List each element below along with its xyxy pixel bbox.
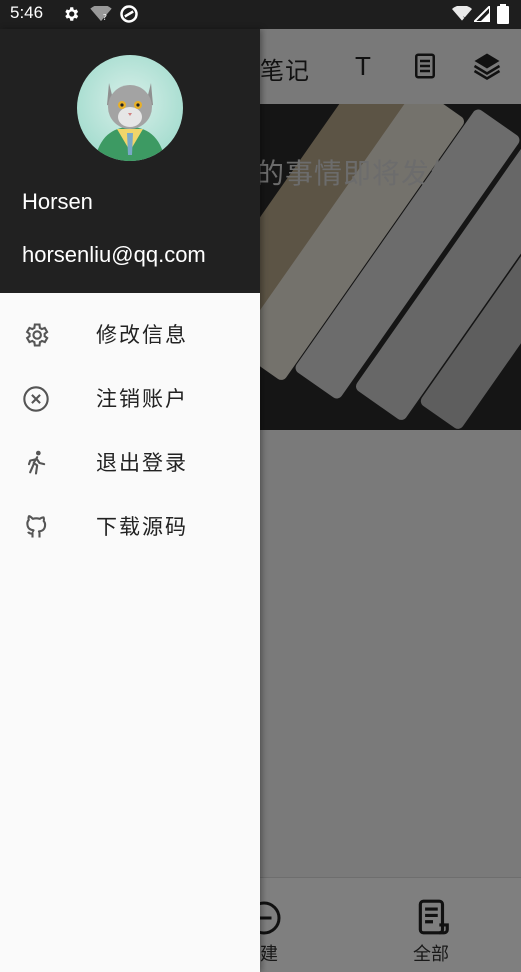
menu-item-label: 修改信息 (96, 323, 188, 347)
github-icon (26, 515, 47, 538)
menu-item-delete-account[interactable]: 注销账户 (0, 367, 260, 431)
wifi-question-icon: ? (90, 6, 112, 22)
svg-text:?: ? (103, 13, 107, 22)
cancel-icon (23, 386, 49, 412)
status-bar: 5:46 ? x (0, 0, 521, 29)
menu-item-label: 退出登录 (96, 451, 188, 475)
menu-item-label: 下载源码 (96, 515, 188, 539)
wifi-x-icon: x (452, 6, 472, 22)
navigation-drawer: Horsen horsenliu@qq.com 修改信息 注销账户 退出登录 下… (0, 29, 260, 972)
data-saver-icon (120, 5, 138, 23)
running-person-icon (27, 450, 46, 475)
menu-item-download-source[interactable]: 下载源码 (0, 495, 260, 559)
settings-status-icon (65, 7, 79, 21)
battery-icon (497, 4, 509, 24)
menu-item-label: 注销账户 (96, 387, 188, 411)
avatar[interactable] (77, 55, 183, 161)
status-time: 5:46 (10, 3, 44, 22)
settings-icon (25, 323, 49, 347)
user-email: horsenliu@qq.com (22, 242, 206, 267)
menu-item-logout[interactable]: 退出登录 (0, 431, 260, 495)
cat-avatar-icon (95, 83, 165, 161)
svg-text:x: x (463, 15, 467, 22)
menu-item-edit-info[interactable]: 修改信息 (0, 303, 260, 367)
user-name: Horsen (22, 189, 93, 214)
signal-icon (474, 6, 490, 22)
drawer-header: Horsen horsenliu@qq.com (0, 29, 260, 293)
